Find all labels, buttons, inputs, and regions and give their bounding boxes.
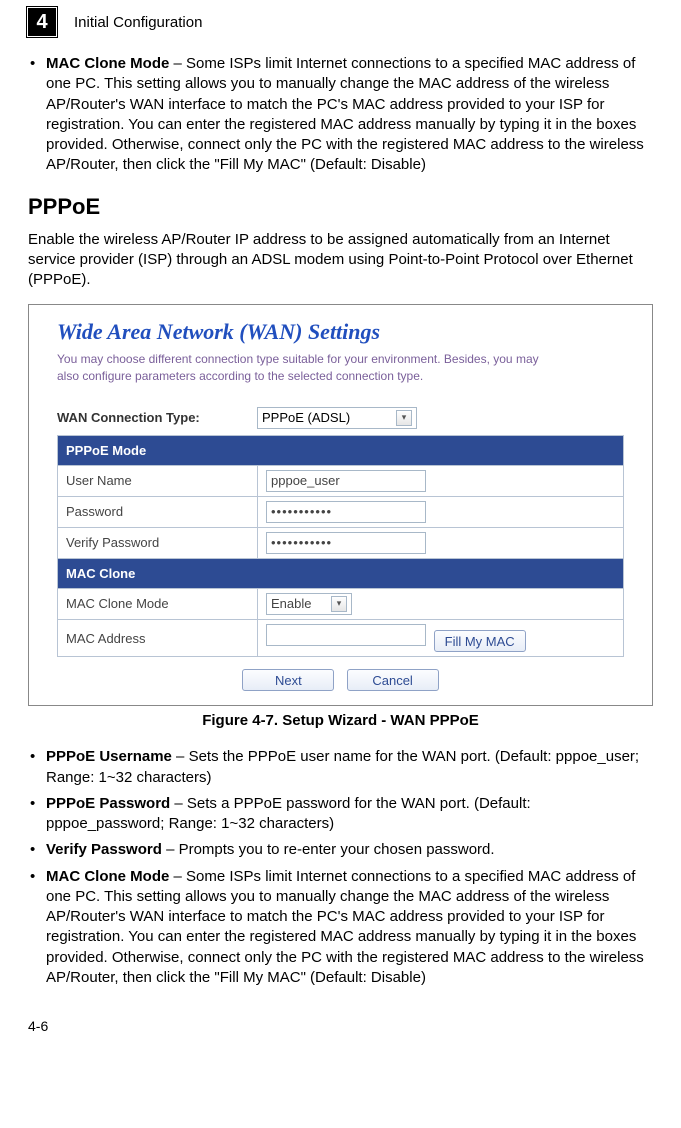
list-item: PPPoE Password – Sets a PPPoE password f… xyxy=(28,794,653,835)
desc: – Some ISPs limit Internet connections t… xyxy=(46,868,644,986)
table-row: MAC Clone Mode Enable ▾ xyxy=(58,588,624,619)
mac-clone-header: MAC Clone xyxy=(58,558,624,588)
chevron-down-icon: ▾ xyxy=(396,410,412,426)
page-header: 4 Initial Configuration xyxy=(28,0,653,54)
verify-password-label: Verify Password xyxy=(58,527,258,558)
fill-my-mac-button[interactable]: Fill My MAC xyxy=(434,630,526,652)
table-row: User Name pppoe_user xyxy=(58,465,624,496)
section-intro: Enable the wireless AP/Router IP address… xyxy=(28,230,653,291)
panel-description: You may choose different connection type… xyxy=(57,351,557,385)
pppoe-mode-header: PPPoE Mode xyxy=(58,435,624,465)
username-input[interactable]: pppoe_user xyxy=(266,470,426,492)
desc: – Prompts you to re-enter your chosen pa… xyxy=(162,841,495,858)
term: MAC Clone Mode xyxy=(46,868,169,885)
mac-address-label: MAC Address xyxy=(58,619,258,657)
wan-type-select[interactable]: PPPoE (ADSL) ▾ xyxy=(257,407,417,429)
table-row: Verify Password ••••••••••• xyxy=(58,527,624,558)
pppoe-config-table: PPPoE Mode User Name pppoe_user Password… xyxy=(57,435,624,658)
wan-connection-type-row: WAN Connection Type: PPPoE (ADSL) ▾ xyxy=(57,407,624,429)
cancel-button[interactable]: Cancel xyxy=(347,669,439,691)
verify-password-input[interactable]: ••••••••••• xyxy=(266,532,426,554)
mac-mode-select[interactable]: Enable ▾ xyxy=(266,593,352,615)
section-heading-pppoe: PPPoE xyxy=(28,194,653,220)
list-item: MAC Clone Mode – Some ISPs limit Interne… xyxy=(28,867,653,989)
figure-wan-pppoe: Wide Area Network (WAN) Settings You may… xyxy=(28,304,653,706)
password-label: Password xyxy=(58,496,258,527)
wan-type-value: PPPoE (ADSL) xyxy=(262,410,350,425)
term: PPPoE Username xyxy=(46,748,172,765)
desc: – Some ISPs limit Internet connections t… xyxy=(46,55,644,173)
chapter-title: Initial Configuration xyxy=(74,14,202,31)
panel-title: Wide Area Network (WAN) Settings xyxy=(57,319,624,345)
mac-mode-value: Enable xyxy=(271,596,311,611)
username-label: User Name xyxy=(58,465,258,496)
chapter-badge: 4 xyxy=(28,8,56,36)
mac-address-input[interactable] xyxy=(266,624,426,646)
term: Verify Password xyxy=(46,841,162,858)
next-button[interactable]: Next xyxy=(242,669,334,691)
term: PPPoE Password xyxy=(46,795,170,812)
figure-caption: Figure 4-7. Setup Wizard - WAN PPPoE xyxy=(28,712,653,729)
list-item: PPPoE Username – Sets the PPPoE user nam… xyxy=(28,747,653,788)
term: MAC Clone Mode xyxy=(46,55,169,72)
bottom-bullet-list: PPPoE Username – Sets the PPPoE user nam… xyxy=(28,747,653,988)
table-row: Password ••••••••••• xyxy=(58,496,624,527)
list-item: Verify Password – Prompts you to re-ente… xyxy=(28,840,653,860)
page-number: 4-6 xyxy=(28,1018,653,1034)
list-item: MAC Clone Mode – Some ISPs limit Interne… xyxy=(28,54,653,176)
password-input[interactable]: ••••••••••• xyxy=(266,501,426,523)
wan-type-label: WAN Connection Type: xyxy=(57,410,257,425)
top-bullet-list: MAC Clone Mode – Some ISPs limit Interne… xyxy=(28,54,653,176)
mac-mode-label: MAC Clone Mode xyxy=(58,588,258,619)
action-row: Next Cancel xyxy=(57,669,624,691)
table-row: MAC Address Fill My MAC xyxy=(58,619,624,657)
chevron-down-icon: ▾ xyxy=(331,596,347,612)
